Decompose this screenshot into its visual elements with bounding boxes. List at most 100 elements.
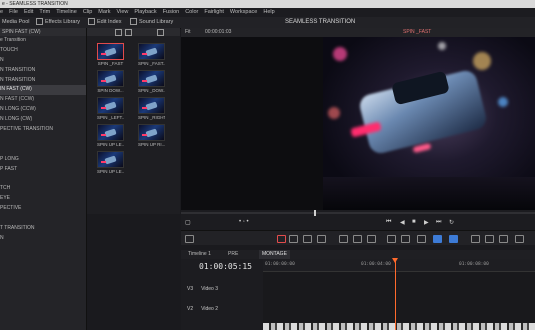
effects-list-item[interactable]: N LONG (CCW) <box>0 105 86 115</box>
bin-clip[interactable]: SPIN UP LE... <box>97 151 124 177</box>
viewer-scrubber[interactable] <box>181 212 535 214</box>
effects-list-item[interactable]: P FAST <box>0 165 86 175</box>
zoom-detail-icon[interactable] <box>485 235 494 243</box>
clip-thumbnail <box>97 43 124 60</box>
window-titlebar: e - SEAMLESS TRANSITION <box>0 0 535 8</box>
effects-list-item[interactable] <box>0 214 86 224</box>
effects-list-item[interactable] <box>0 174 86 184</box>
effects-list-item[interactable]: N TRANSITION <box>0 76 86 86</box>
effects-list-item[interactable]: N FAST (CCW) <box>0 95 86 105</box>
stop-icon[interactable]: ■ <box>412 219 416 225</box>
clip-label: SPIN UP LE... <box>97 169 124 174</box>
effects-list-item[interactable] <box>0 145 86 155</box>
sound-library-button[interactable]: Sound Library <box>130 17 173 28</box>
flag-icon[interactable] <box>417 235 426 243</box>
effects-list-item[interactable]: N <box>0 234 86 244</box>
list-view-icon[interactable] <box>125 29 132 36</box>
menu-bar: e File Edit Trim Timeline Clip Mark View Playbac… <box>0 8 535 17</box>
zoom-slider-icon[interactable] <box>515 235 524 243</box>
timeline-tab[interactable]: PRE <box>225 250 241 259</box>
timeline-tab[interactable]: Timeline 1 <box>185 250 214 259</box>
selection-tool-icon[interactable] <box>277 235 286 243</box>
play-reverse-icon[interactable]: ◀ <box>400 219 405 226</box>
bin-clip[interactable]: SPIN UP RI... <box>138 124 165 150</box>
play-icon[interactable]: ▶ <box>424 219 429 226</box>
menu-item[interactable]: Fairlight <box>204 9 224 15</box>
bin-clip[interactable]: SPIN UP LE... <box>97 124 124 150</box>
bin-clip[interactable]: SPIN _RIGHT... <box>138 97 165 123</box>
track-header[interactable]: V2 Video 2 <box>187 304 263 314</box>
skip-back-icon[interactable]: ⏮ <box>386 219 391 226</box>
effects-library-button[interactable]: Effects Library <box>36 17 80 28</box>
bin-clip[interactable]: SPIN DOW... <box>97 70 124 96</box>
search-icon[interactable] <box>157 29 164 36</box>
bin-clip[interactable]: SPIN _LEFT... <box>97 97 124 123</box>
effects-list-item[interactable]: IN FAST (CW) <box>0 85 86 96</box>
menu-item[interactable]: Fusion <box>163 9 180 15</box>
timeline-ruler[interactable]: 01:00:00:00 01:00:04:00 01:00:08:00 <box>263 259 535 272</box>
loop-icon[interactable]: ↻ <box>449 219 454 226</box>
timeline-tracks[interactable] <box>263 272 535 330</box>
timeline-playhead[interactable] <box>395 259 396 330</box>
effects-list-item[interactable]: PECTIVE TRANSITION <box>0 125 86 135</box>
effects-list-item[interactable]: TOUCH <box>0 46 86 56</box>
menu-item[interactable]: Trim <box>39 9 50 15</box>
bokeh-light <box>328 107 340 119</box>
menu-item[interactable]: Timeline <box>56 9 77 15</box>
menu-item[interactable]: e <box>0 9 3 15</box>
effects-list-item[interactable] <box>0 135 86 145</box>
edit-index-button[interactable]: Edit Index <box>88 17 121 28</box>
menu-item[interactable]: Mark <box>98 9 110 15</box>
bin-clip[interactable]: SPIN _FAST <box>97 43 124 69</box>
grid-view-icon[interactable] <box>115 29 122 36</box>
blade-tool-icon[interactable] <box>317 235 326 243</box>
bokeh-light <box>473 52 491 70</box>
menu-item[interactable]: Color <box>185 9 198 15</box>
menu-item[interactable]: Playback <box>134 9 156 15</box>
effects-list-item[interactable]: N LONG (CW) <box>0 115 86 125</box>
effects-list-item[interactable]: T TRANSITION <box>0 224 86 234</box>
bokeh-light <box>438 42 446 50</box>
trim-tool-icon[interactable] <box>289 235 298 243</box>
fit-dropdown[interactable]: Fit <box>185 28 191 37</box>
menu-item[interactable]: View <box>117 9 129 15</box>
viewer-options-icon[interactable]: ▢ <box>185 219 191 226</box>
timeline-tab[interactable]: MONTAGE <box>259 250 290 259</box>
effects-list-item[interactable]: PECTIVE <box>0 204 86 214</box>
timeline-view-options-icon[interactable] <box>185 235 194 243</box>
scrubber-playhead[interactable] <box>314 210 316 216</box>
bin-clip[interactable]: SPIN _DOW... <box>138 70 165 96</box>
effects-list-header: SPIN FAST (CW) <box>0 28 86 36</box>
zoom-custom-icon[interactable] <box>499 235 508 243</box>
media-pool-button[interactable]: Media Pool <box>2 17 30 28</box>
menu-item[interactable]: Clip <box>83 9 92 15</box>
marker-icon[interactable] <box>449 235 458 243</box>
menu-item[interactable]: Help <box>263 9 274 15</box>
overwrite-clip-icon[interactable] <box>353 235 362 243</box>
effects-list-item[interactable]: N TRANSITION <box>0 66 86 76</box>
bin-clip[interactable]: SPIN _FAST... <box>138 43 165 69</box>
track-name: Video 2 <box>201 306 218 312</box>
linked-selection-icon[interactable] <box>401 235 410 243</box>
timeline-clip-strip[interactable] <box>263 323 535 330</box>
marker-color-icon[interactable] <box>433 235 442 243</box>
source-viewer[interactable] <box>181 37 535 210</box>
insert-clip-icon[interactable] <box>339 235 348 243</box>
sound-library-label: Sound Library <box>139 19 174 25</box>
menu-item[interactable]: File <box>9 9 18 15</box>
zoom-full-icon[interactable] <box>471 235 480 243</box>
effects-list-item[interactable]: e Transition <box>0 36 86 46</box>
effects-list-item[interactable]: N <box>0 56 86 66</box>
replace-clip-icon[interactable] <box>367 235 376 243</box>
dynamic-trim-icon[interactable] <box>303 235 312 243</box>
clip-thumbnail <box>138 97 165 114</box>
menu-item[interactable]: Workspace <box>230 9 257 15</box>
effects-list-item[interactable]: P LONG <box>0 155 86 165</box>
effects-list-item[interactable]: TCH <box>0 184 86 194</box>
menu-item[interactable]: Edit <box>24 9 33 15</box>
track-header[interactable]: V3 Video 3 <box>187 284 263 294</box>
effects-list-item[interactable]: EYE <box>0 194 86 204</box>
media-pool-label: Media Pool <box>2 19 30 25</box>
snapping-icon[interactable] <box>387 235 396 243</box>
skip-forward-icon[interactable]: ⏭ <box>436 219 441 226</box>
